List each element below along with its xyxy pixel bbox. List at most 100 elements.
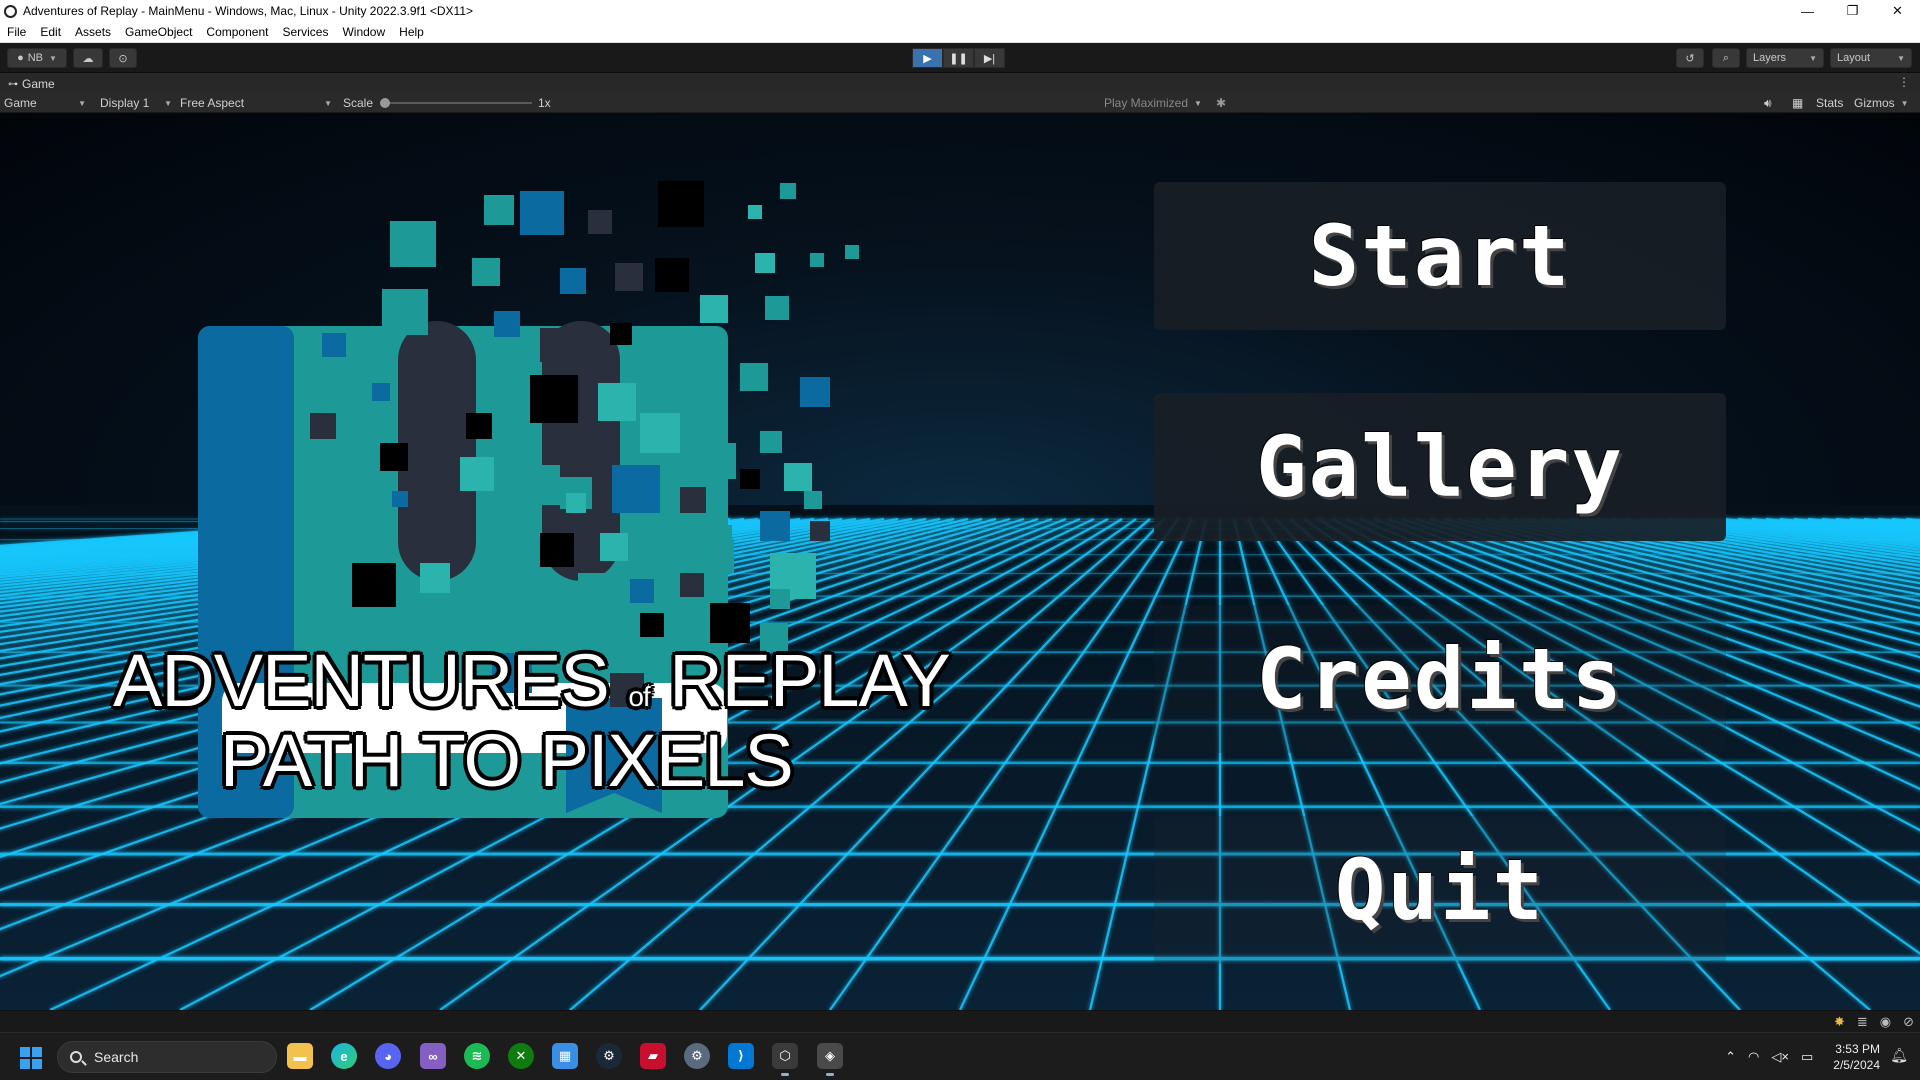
chevron-down-icon: ▼ — [78, 98, 86, 108]
display-label: Display 1 — [100, 96, 150, 110]
title-word-replay: REPLAY — [669, 639, 951, 722]
notification-icon[interactable]: 🔔︎ — [1890, 1047, 1908, 1064]
menu-component[interactable]: Component — [199, 25, 275, 39]
layout-dropdown[interactable]: Layout ▼ — [1830, 48, 1912, 68]
battery-icon[interactable]: ▭ — [1801, 1049, 1813, 1065]
stack-icon[interactable]: ≣ — [1857, 1014, 1868, 1030]
tab-game-label: Game — [22, 77, 55, 91]
window-controls: — ❐ ✕ — [1785, 0, 1920, 22]
layers-dropdown[interactable]: Layers ▼ — [1746, 48, 1824, 68]
scale-slider-knob[interactable] — [380, 98, 390, 108]
unity-hub-icon[interactable]: ⬡ — [772, 1043, 798, 1076]
chevron-down-icon: ▼ — [164, 98, 172, 108]
mute-audio-icon[interactable]: 🔊︎ — [1764, 93, 1772, 113]
pixel-square — [598, 383, 636, 421]
pixel-square — [680, 573, 704, 597]
pixel-square — [390, 221, 436, 267]
red-app-icon[interactable]: ▰ — [640, 1043, 666, 1069]
menu-file[interactable]: File — [0, 25, 33, 39]
windows-logo-tile — [32, 1047, 42, 1057]
file-explorer-icon[interactable]: ▬ — [287, 1043, 313, 1069]
scale-slider-track[interactable] — [384, 102, 532, 104]
cloud-button[interactable]: ☁ — [73, 48, 103, 68]
menu-gameobject[interactable]: GameObject — [118, 25, 199, 39]
taskbar-search[interactable]: Search — [57, 1041, 277, 1073]
check-icon[interactable]: ⊘ — [1903, 1014, 1914, 1030]
unity-toolbar: ● NB ▼ ☁ ⊙ ▶ ❚❚ ▶| ↺ ⌕ Layers ▼ Layout ▼ — [0, 43, 1920, 73]
menu-services[interactable]: Services — [275, 25, 335, 39]
menu-assets[interactable]: Assets — [68, 25, 118, 39]
pixel-square — [560, 268, 586, 294]
stats-button[interactable]: Stats — [1816, 93, 1843, 113]
status-icons: ✸ ≣ ◉ ⊘ — [1834, 1014, 1914, 1030]
store-icon[interactable]: ▦ — [552, 1043, 578, 1069]
vscode-icon[interactable]: ⟩ — [728, 1043, 754, 1069]
view-label: Game — [4, 96, 37, 110]
wifi-icon[interactable]: ◠ — [1748, 1049, 1759, 1065]
close-button[interactable]: ✕ — [1875, 0, 1920, 22]
pixel-square — [810, 521, 830, 541]
visual-studio-icon[interactable]: ∞ — [420, 1043, 446, 1069]
cloud-icon: ☁ — [82, 52, 94, 65]
account-dropdown[interactable]: ● NB ▼ — [7, 48, 67, 68]
scale-value: 1x — [538, 96, 551, 110]
unity-editor-icon[interactable]: ◈ — [817, 1043, 843, 1076]
windows-start-button[interactable] — [20, 1047, 42, 1069]
gizmos-dropdown[interactable]: Gizmos ▼ — [1854, 93, 1909, 113]
bug-icon[interactable]: ✱ — [1216, 93, 1226, 113]
pause-button[interactable]: ❚❚ — [943, 48, 974, 68]
pixel-square — [640, 413, 680, 453]
pixel-square — [680, 369, 710, 399]
edge-icon[interactable]: e — [331, 1043, 357, 1069]
pixel-square — [810, 253, 824, 267]
quit-button[interactable]: Quit — [1154, 816, 1726, 964]
collab-button[interactable]: ⊙ — [109, 48, 137, 68]
window-titlebar: Adventures of Replay - MainMenu - Window… — [0, 0, 1920, 22]
cache-server-icon[interactable]: ◉ — [1880, 1014, 1891, 1030]
discord-icon[interactable]: ◕ — [375, 1043, 401, 1069]
pixel-square — [520, 465, 560, 505]
history-button[interactable]: ↺ — [1676, 48, 1704, 68]
play-mode-dropdown[interactable]: Play Maximized ▼ — [1104, 93, 1202, 113]
credits-button[interactable]: Credits — [1154, 605, 1726, 753]
collab-icon: ⊙ — [118, 52, 128, 65]
gamepad-icon: ⊶ — [8, 78, 18, 90]
steam-icon[interactable]: ⚙ — [596, 1043, 622, 1069]
pixel-square — [630, 579, 654, 603]
volume-muted-icon[interactable]: ◁× — [1771, 1049, 1789, 1065]
taskbar-search-label: Search — [94, 1049, 139, 1065]
more-options-icon[interactable]: ⋮ — [1898, 75, 1910, 89]
chevron-up-icon[interactable]: ⌃ — [1725, 1049, 1736, 1065]
pixel-square — [770, 589, 790, 609]
settings-icon[interactable]: ⚙ — [684, 1043, 710, 1069]
menu-window[interactable]: Window — [335, 25, 392, 39]
restore-button[interactable]: ❐ — [1830, 0, 1875, 22]
chevron-down-icon: ▼ — [1897, 53, 1905, 63]
clock-date: 2/5/2024 — [1833, 1058, 1880, 1072]
minimize-button[interactable]: — — [1785, 0, 1830, 22]
start-button[interactable]: Start — [1154, 182, 1726, 330]
pixel-square — [322, 333, 346, 357]
pixel-square — [450, 505, 472, 527]
game-viewport[interactable]: ADVENTURES of REPLAY PATH TO PIXELS Star… — [0, 113, 1920, 1010]
xbox-icon[interactable]: ✕ — [508, 1043, 534, 1069]
search-button[interactable]: ⌕ — [1712, 48, 1740, 68]
clock[interactable]: 3:53 PM 2/5/2024 — [1833, 1041, 1880, 1073]
gallery-button[interactable]: Gallery — [1154, 393, 1726, 541]
spotify-icon[interactable]: ≋ — [464, 1043, 490, 1069]
pixel-square — [755, 253, 775, 273]
tab-game[interactable]: ⊶ Game — [4, 75, 63, 93]
step-button[interactable]: ▶| — [974, 48, 1005, 68]
warning-icon[interactable]: ✸ — [1834, 1014, 1845, 1030]
play-button[interactable]: ▶ — [912, 48, 943, 68]
menu-edit[interactable]: Edit — [33, 25, 68, 39]
game-title-line1: ADVENTURES of REPLAY — [113, 638, 951, 723]
aspect-dropdown[interactable]: Free Aspect ▼ — [180, 93, 332, 113]
menu-help[interactable]: Help — [392, 25, 431, 39]
pixel-square — [804, 491, 822, 509]
pixel-square — [655, 258, 689, 292]
view-dropdown[interactable]: Game ▼ — [4, 93, 86, 113]
display-dropdown[interactable]: Display 1 ▼ — [100, 93, 172, 113]
keyboard-icon[interactable]: ▦ — [1792, 93, 1803, 113]
pixel-square — [710, 603, 750, 643]
